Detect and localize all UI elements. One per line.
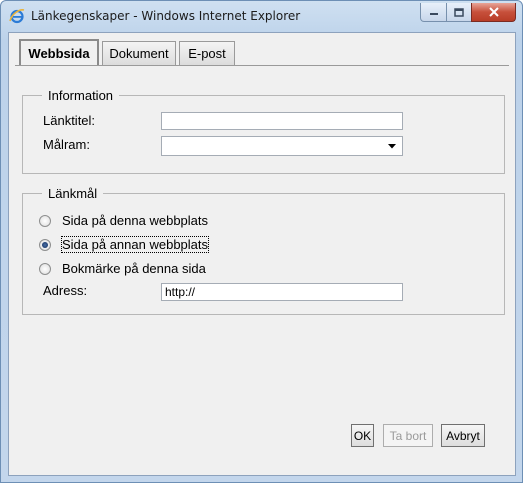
maximize-icon [454,7,464,17]
close-icon [488,7,499,17]
dialog-body: Webbsida Dokument E-post Information Län… [8,32,516,476]
minimize-icon [429,13,438,15]
tab-divider [15,65,509,66]
radio-bookmark-label[interactable]: Bokmärke på denna sida [62,261,206,276]
chevron-down-icon [388,144,396,149]
ok-button[interactable]: OK [351,424,374,447]
target-frame-label: Målram: [43,137,90,152]
information-legend: Information [42,88,120,103]
remove-button[interactable]: Ta bort [383,424,433,447]
window-title: Länkegenskaper - Windows Internet Explor… [31,9,301,23]
dialog-window: Länkegenskaper - Windows Internet Explor… [0,0,523,483]
radio-other-site-label[interactable]: Sida på annan webbplats [60,236,210,253]
address-input[interactable] [161,283,403,301]
address-label: Adress: [43,283,88,298]
minimize-button[interactable] [420,3,447,22]
link-title-label: Länktitel: [43,113,96,128]
radio-same-site-label[interactable]: Sida på denna webbplats [62,213,208,228]
link-target-legend: Länkmål [42,186,104,201]
target-frame-select[interactable] [161,136,403,156]
cancel-button[interactable]: Avbryt [441,424,485,447]
information-group [22,95,505,174]
radio-other-site[interactable] [39,239,51,251]
link-title-input[interactable] [161,112,403,130]
title-bar: Länkegenskaper - Windows Internet Explor… [1,1,522,31]
close-button[interactable] [471,3,516,22]
tab-webbsida[interactable]: Webbsida [19,39,99,65]
radio-bookmark[interactable] [39,263,51,275]
internet-explorer-icon [9,8,25,24]
radio-same-site[interactable] [39,215,51,227]
tab-e-post[interactable]: E-post [179,41,235,65]
maximize-button[interactable] [446,3,472,22]
tab-dokument[interactable]: Dokument [102,41,176,65]
